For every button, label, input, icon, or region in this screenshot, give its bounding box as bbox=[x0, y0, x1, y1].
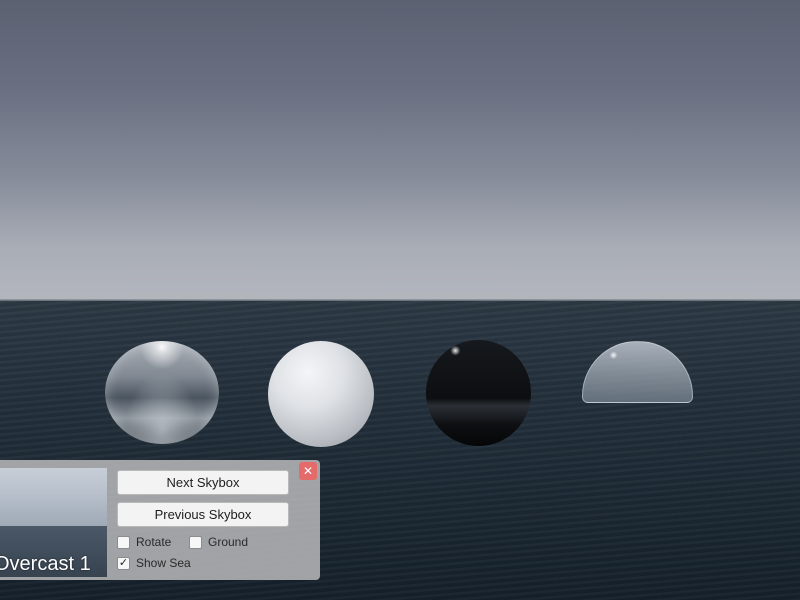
next-skybox-button[interactable]: Next Skybox bbox=[117, 470, 289, 495]
glass-sphere bbox=[105, 341, 219, 444]
rotate-checkbox-box[interactable] bbox=[117, 535, 130, 549]
show-sea-checkbox[interactable]: ✓ Show Sea bbox=[117, 556, 191, 570]
skybox-overcast bbox=[0, 0, 800, 301]
rotate-checkbox[interactable]: Rotate bbox=[117, 535, 171, 549]
skybox-preview-thumbnail: Overcast 1 bbox=[0, 468, 107, 577]
previous-skybox-button[interactable]: Previous Skybox bbox=[117, 502, 289, 527]
close-icon[interactable]: ✕ bbox=[299, 462, 317, 480]
show-sea-label: Show Sea bbox=[136, 556, 191, 570]
ground-label: Ground bbox=[208, 535, 249, 549]
checkmark-icon[interactable]: ✓ bbox=[117, 556, 130, 570]
ground-checkbox-box[interactable] bbox=[189, 535, 202, 549]
white-sphere bbox=[268, 341, 374, 447]
ground-checkbox[interactable]: Ground bbox=[189, 535, 248, 549]
black-sphere bbox=[426, 340, 531, 446]
skybox-name-label: Overcast 1 bbox=[0, 553, 91, 575]
rotate-label: Rotate bbox=[136, 535, 172, 549]
preview-sky bbox=[0, 468, 107, 526]
